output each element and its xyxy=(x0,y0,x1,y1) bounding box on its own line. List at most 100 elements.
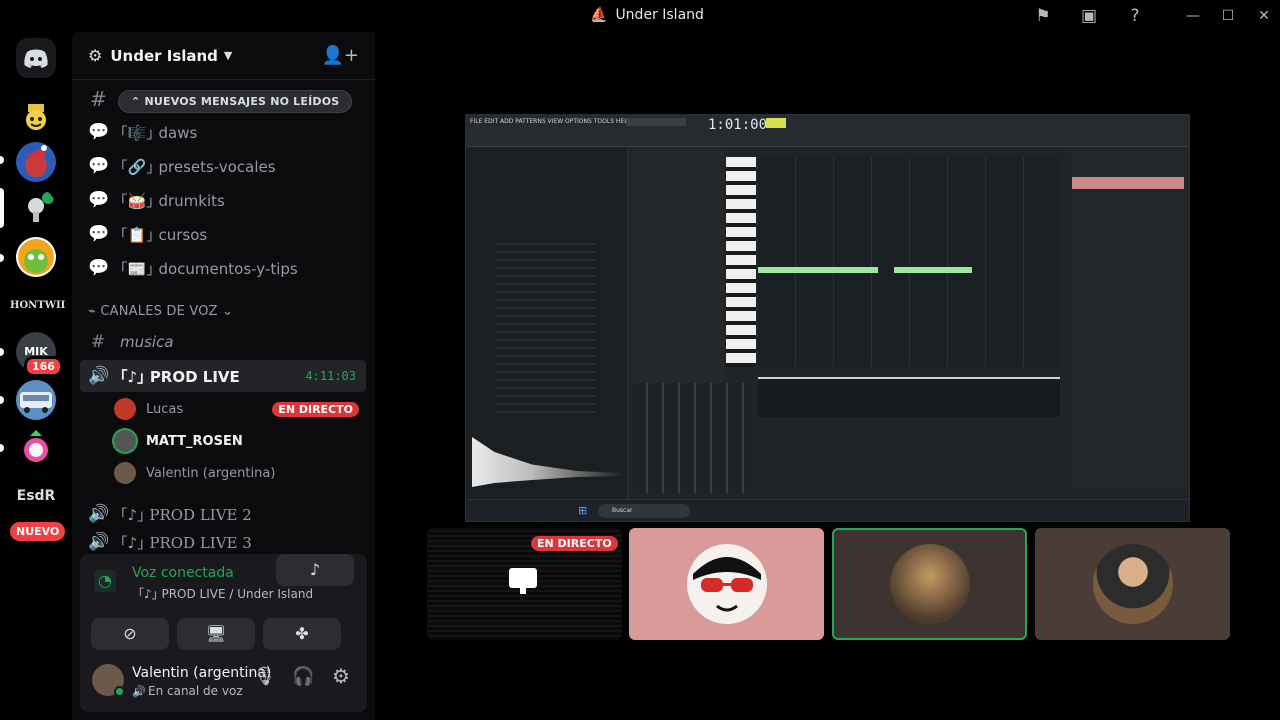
daw-piano-grid xyxy=(758,157,1060,367)
server-rail: HONTWII MIK 166 EsdR NUEVO xyxy=(0,32,72,720)
voice-channel-link[interactable]: ｢♪｣ PROD LIVE / Under Island xyxy=(138,585,313,602)
speaker-icon: 🔊 xyxy=(88,366,110,386)
windows-taskbar: ⊞ Buscar xyxy=(466,499,1189,521)
server-icon: ⛵ xyxy=(590,7,608,23)
avatar xyxy=(114,462,136,484)
screen-share-video[interactable]: FILE EDIT ADD PATTERNS VIEW OPTIONS TOOL… xyxy=(465,114,1190,522)
avatar xyxy=(114,398,136,420)
chevron-down-icon: ⌄ xyxy=(217,304,234,319)
screen-share-button[interactable]: 🖥 xyxy=(177,618,255,650)
server-boost-icon: ⚙ xyxy=(88,46,103,65)
server-cartoon-icon[interactable] xyxy=(16,237,56,277)
online-status-dot xyxy=(114,686,125,697)
chevron-up-icon: ⌃ xyxy=(131,95,145,108)
unread-pill xyxy=(0,348,4,356)
speaker-icon: 🔊 xyxy=(88,532,110,552)
daw-mixer xyxy=(632,383,752,493)
activities-button[interactable]: ✤ xyxy=(263,618,341,650)
server-minecraft-icon[interactable] xyxy=(16,96,56,136)
daw-transport xyxy=(626,118,686,126)
maximize-button[interactable]: ☐ xyxy=(1218,6,1238,26)
daw-menubar: FILE EDIT ADD PATTERNS VIEW OPTIONS TOOL… xyxy=(466,115,1189,147)
discord-home-icon[interactable] xyxy=(16,38,56,78)
channel-cursos[interactable]: 💬 ｢📋｣ cursos xyxy=(80,218,366,250)
microphone-icon[interactable]: 🎙 xyxy=(253,666,276,687)
daw-playlist xyxy=(1066,149,1189,489)
daw-browser xyxy=(466,147,628,507)
unread-pill xyxy=(0,396,4,404)
monitor-stand xyxy=(520,588,526,594)
voice-user-lucas[interactable]: Lucas EN DIRECTO xyxy=(114,395,359,423)
signal-icon[interactable]: ◔ xyxy=(94,570,116,592)
unread-pill xyxy=(0,254,4,262)
daw-automation xyxy=(758,377,1060,417)
avatar xyxy=(889,544,970,624)
channel-presets-vocales[interactable]: 💬 ｢🔗｣ presets-vocales xyxy=(80,150,366,182)
camera-off-button[interactable]: ⊘ xyxy=(91,618,169,650)
channel-musica[interactable]: # musica xyxy=(80,326,366,358)
soundboard-button[interactable]: ♪ xyxy=(276,554,354,586)
voice-channel-prod-live-3[interactable]: 🔊 ｢♪｣ PROD LIVE 3 xyxy=(80,532,366,552)
voice-channel-prod-live[interactable]: 🔊 ｢♪｣ PROD LIVE 4:11:03 xyxy=(80,360,366,392)
hash-icon: # xyxy=(90,87,107,111)
forum-icon: 💬 xyxy=(88,156,110,176)
user-name: Valentin (argentina) xyxy=(132,665,272,681)
forum-icon: 💬 xyxy=(88,122,110,142)
unread-pill xyxy=(0,444,4,452)
participant-tile-screen[interactable]: EN DIRECTO xyxy=(427,528,622,640)
voice-status-icon: 🔊 xyxy=(132,685,146,698)
midi-note xyxy=(894,267,972,273)
server-christmas-icon[interactable] xyxy=(16,142,56,182)
settings-gear-icon[interactable]: ⚙ xyxy=(332,664,350,688)
headphones-icon[interactable]: 🎧 xyxy=(292,666,314,687)
channel-drumkits[interactable]: 💬 ｢🥁｣ drumkits xyxy=(80,184,366,216)
participant-tile-valentin[interactable] xyxy=(1035,528,1230,640)
window-title: ⛵ Under Island xyxy=(590,7,704,23)
forum-icon: 💬 xyxy=(88,224,110,244)
server-microphone-icon[interactable] xyxy=(16,188,56,228)
minimize-button[interactable]: — xyxy=(1183,6,1203,26)
category-icon: ⌁ xyxy=(88,304,101,319)
close-button[interactable]: ✕ xyxy=(1254,6,1274,26)
help-icon[interactable]: ? xyxy=(1124,5,1146,27)
guild-header[interactable]: ⚙ Under Island ▼ 👤+ xyxy=(72,32,375,80)
voice-user-matt-rosen[interactable]: MATT_ROSEN xyxy=(114,427,359,455)
voice-user-valentin[interactable]: Valentin (argentina) xyxy=(114,459,359,487)
avatar xyxy=(1092,544,1173,624)
unread-pill xyxy=(0,156,4,164)
live-badge: EN DIRECTO xyxy=(531,536,618,551)
title-bar: ⛵ Under Island ⚑ ▣ ? — ☐ ✕ xyxy=(0,0,1280,32)
channel-documentos-y-tips[interactable]: 💬 ｢📰｣ documentos-y-tips xyxy=(80,252,366,284)
participant-tile-matt-rosen[interactable] xyxy=(832,528,1027,640)
participant-tile-lucas[interactable] xyxy=(629,528,824,640)
new-server-badge[interactable]: NUEVO xyxy=(10,522,66,541)
invite-people-icon[interactable]: 👤+ xyxy=(322,45,360,66)
live-badge: EN DIRECTO xyxy=(272,401,359,417)
server-bus-icon[interactable] xyxy=(16,380,56,420)
channel-sidebar: ⚙ Under Island ▼ 👤+ # ⌃ NUEVOS MENSAJES … xyxy=(72,32,375,720)
daw-pattern xyxy=(766,118,786,128)
avatar xyxy=(686,544,767,624)
voice-connected-label[interactable]: Voz conectada xyxy=(132,565,234,581)
server-esdr[interactable]: EsdR xyxy=(10,488,62,504)
windows-start-icon: ⊞ xyxy=(578,504,588,517)
daw-piano-keys xyxy=(726,157,756,367)
call-timer: 4:11:03 xyxy=(305,369,356,383)
inbox-icon[interactable]: ▣ xyxy=(1078,5,1100,27)
user-status: En canal de voz xyxy=(148,684,243,698)
speaker-icon: 🔊 xyxy=(88,504,110,524)
voice-category[interactable]: ⌁ CANALES DE VOZ ⌄ xyxy=(88,304,233,319)
new-messages-pill[interactable]: ⌃ NUEVOS MENSAJES NO LEÍDOS xyxy=(118,90,353,113)
channel-daws[interactable]: 💬 ｢🎼｣ daws xyxy=(80,116,366,148)
server-anime-icon[interactable] xyxy=(16,428,56,468)
mention-badge: 166 xyxy=(24,356,63,377)
stream-stage: FILE EDIT ADD PATTERNS VIEW OPTIONS TOOL… xyxy=(375,32,1280,720)
guild-name: Under Island xyxy=(110,46,218,65)
server-hontwii[interactable]: HONTWII xyxy=(10,300,65,311)
voice-channel-prod-live-2[interactable]: 🔊 ｢♪｣ PROD LIVE 2 xyxy=(80,498,366,530)
selected-pill xyxy=(0,188,4,228)
inbox-flag-icon[interactable]: ⚑ xyxy=(1032,5,1054,27)
chevron-down-icon: ▼ xyxy=(223,49,233,62)
waveform-preview xyxy=(472,437,622,487)
hash-icon: # xyxy=(90,332,106,352)
